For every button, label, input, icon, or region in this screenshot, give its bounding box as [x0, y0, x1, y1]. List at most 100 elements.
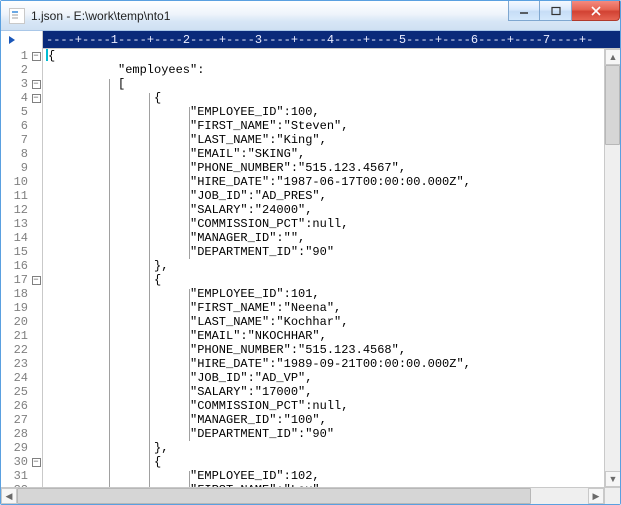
- scroll-up-button[interactable]: ▲: [605, 49, 620, 65]
- v-scroll-thumb[interactable]: [605, 65, 620, 145]
- code-text: {: [154, 455, 161, 469]
- code-text: "EMAIL":"SKING",: [190, 147, 305, 161]
- gutter-line[interactable]: 13: [1, 217, 42, 231]
- fold-minus-icon: −: [32, 52, 41, 61]
- window-title: 1.json - E:\work\temp\nto1: [31, 9, 170, 23]
- gutter-line[interactable]: 32: [1, 483, 42, 487]
- fold-minus-icon: −: [32, 458, 41, 467]
- code-text: "JOB_ID":"AD_VP",: [190, 371, 312, 385]
- gutter-line[interactable]: 4−: [1, 91, 42, 105]
- line-number: 15: [8, 245, 30, 259]
- gutter-line[interactable]: 9: [1, 161, 42, 175]
- code-text: "COMMISSION_PCT":null,: [190, 217, 348, 231]
- code-text: },: [154, 441, 168, 455]
- line-number: 2: [8, 63, 30, 77]
- code-text: "DEPARTMENT_ID":"90": [190, 245, 334, 259]
- gutter-line[interactable]: 11: [1, 189, 42, 203]
- file-icon: [9, 8, 25, 24]
- fold-minus-icon: −: [32, 80, 41, 89]
- ruler-row: ----+----1----+----2----+----3----+----4…: [1, 31, 620, 49]
- gutter-line[interactable]: 26: [1, 399, 42, 413]
- scroll-right-button[interactable]: ▶: [588, 488, 604, 504]
- gutter-line[interactable]: 6: [1, 119, 42, 133]
- line-number: 11: [8, 189, 30, 203]
- code-text: "JOB_ID":"AD_PRES",: [190, 189, 327, 203]
- gutter-line[interactable]: 12: [1, 203, 42, 217]
- gutter-line[interactable]: 21: [1, 329, 42, 343]
- gutter-line[interactable]: 14: [1, 231, 42, 245]
- fold-toggle[interactable]: −: [30, 458, 42, 467]
- line-number: 20: [8, 315, 30, 329]
- h-scroll-track[interactable]: [17, 488, 588, 504]
- gutter-line[interactable]: 24: [1, 371, 42, 385]
- gutter-line[interactable]: 10: [1, 175, 42, 189]
- gutter-line[interactable]: 30−: [1, 455, 42, 469]
- gutter-line[interactable]: 8: [1, 147, 42, 161]
- line-number: 19: [8, 301, 30, 315]
- fold-toggle[interactable]: −: [30, 80, 42, 89]
- maximize-button[interactable]: [540, 1, 572, 21]
- fold-toggle[interactable]: −: [30, 276, 42, 285]
- fold-toggle[interactable]: −: [30, 94, 42, 103]
- line-number: 17: [8, 273, 30, 287]
- gutter-line[interactable]: 15: [1, 245, 42, 259]
- gutter-line[interactable]: 23: [1, 357, 42, 371]
- code-text: "LAST_NAME":"King",: [190, 133, 327, 147]
- gutter-line[interactable]: 31: [1, 469, 42, 483]
- h-scroll-thumb[interactable]: [17, 488, 531, 504]
- gutter-line[interactable]: 29: [1, 441, 42, 455]
- line-number: 22: [8, 343, 30, 357]
- code-text: "SALARY":"17000",: [190, 385, 312, 399]
- fold-minus-icon: −: [32, 94, 41, 103]
- gutter-line[interactable]: 20: [1, 315, 42, 329]
- titlebar[interactable]: 1.json - E:\work\temp\nto1: [1, 1, 620, 31]
- gutter-line[interactable]: 25: [1, 385, 42, 399]
- text-caret: [46, 49, 48, 61]
- gutter-line[interactable]: 27: [1, 413, 42, 427]
- ruler-gutter: [1, 31, 43, 49]
- line-number: 30: [8, 455, 30, 469]
- gutter-line[interactable]: 18: [1, 287, 42, 301]
- code-text: "SALARY":"24000",: [190, 203, 312, 217]
- scroll-down-button[interactable]: ▼: [605, 471, 620, 487]
- code-area[interactable]: {"employees":[{"EMPLOYEE_ID":100,"FIRST_…: [43, 49, 604, 487]
- gutter-line[interactable]: 16: [1, 259, 42, 273]
- gutter-line[interactable]: 28: [1, 427, 42, 441]
- code-text: "PHONE_NUMBER":"515.123.4567",: [190, 161, 406, 175]
- horizontal-scrollbar[interactable]: ◀ ▶: [1, 488, 604, 504]
- current-line-indicator-icon: [9, 36, 15, 44]
- code-text: "MANAGER_ID":"",: [190, 231, 305, 245]
- code-text: "LAST_NAME":"Kochhar",: [190, 315, 348, 329]
- line-number: 6: [8, 119, 30, 133]
- line-number: 7: [8, 133, 30, 147]
- gutter-line[interactable]: 22: [1, 343, 42, 357]
- fold-toggle[interactable]: −: [30, 52, 42, 61]
- minimize-button[interactable]: [508, 1, 540, 21]
- gutter-line[interactable]: 5: [1, 105, 42, 119]
- close-button[interactable]: [572, 1, 620, 21]
- code-text: "EMAIL":"NKOCHHAR",: [190, 329, 327, 343]
- code-text: {: [46, 49, 55, 63]
- gutter-line[interactable]: 7: [1, 133, 42, 147]
- gutter-line[interactable]: 2: [1, 63, 42, 77]
- line-number: 21: [8, 329, 30, 343]
- code-text: "DEPARTMENT_ID":"90": [190, 427, 334, 441]
- editor-body: 1−23−4−567891011121314151617−18192021222…: [1, 49, 620, 487]
- code-text: "HIRE_DATE":"1989-09-21T00:00:00.000Z",: [190, 357, 471, 371]
- line-number: 3: [8, 77, 30, 91]
- gutter-line[interactable]: 1−: [1, 49, 42, 63]
- gutter-line[interactable]: 3−: [1, 77, 42, 91]
- gutter-line[interactable]: 19: [1, 301, 42, 315]
- line-number: 29: [8, 441, 30, 455]
- line-number-gutter[interactable]: 1−23−4−567891011121314151617−18192021222…: [1, 49, 43, 487]
- line-number: 8: [8, 147, 30, 161]
- vertical-scrollbar[interactable]: ▲ ▼: [604, 49, 620, 487]
- scroll-left-button[interactable]: ◀: [1, 488, 17, 504]
- line-number: 14: [8, 231, 30, 245]
- line-number: 18: [8, 287, 30, 301]
- v-scroll-track[interactable]: [605, 65, 620, 471]
- scrollbar-corner: [604, 488, 620, 504]
- line-number: 32: [8, 483, 30, 487]
- fold-guide: [109, 79, 110, 487]
- gutter-line[interactable]: 17−: [1, 273, 42, 287]
